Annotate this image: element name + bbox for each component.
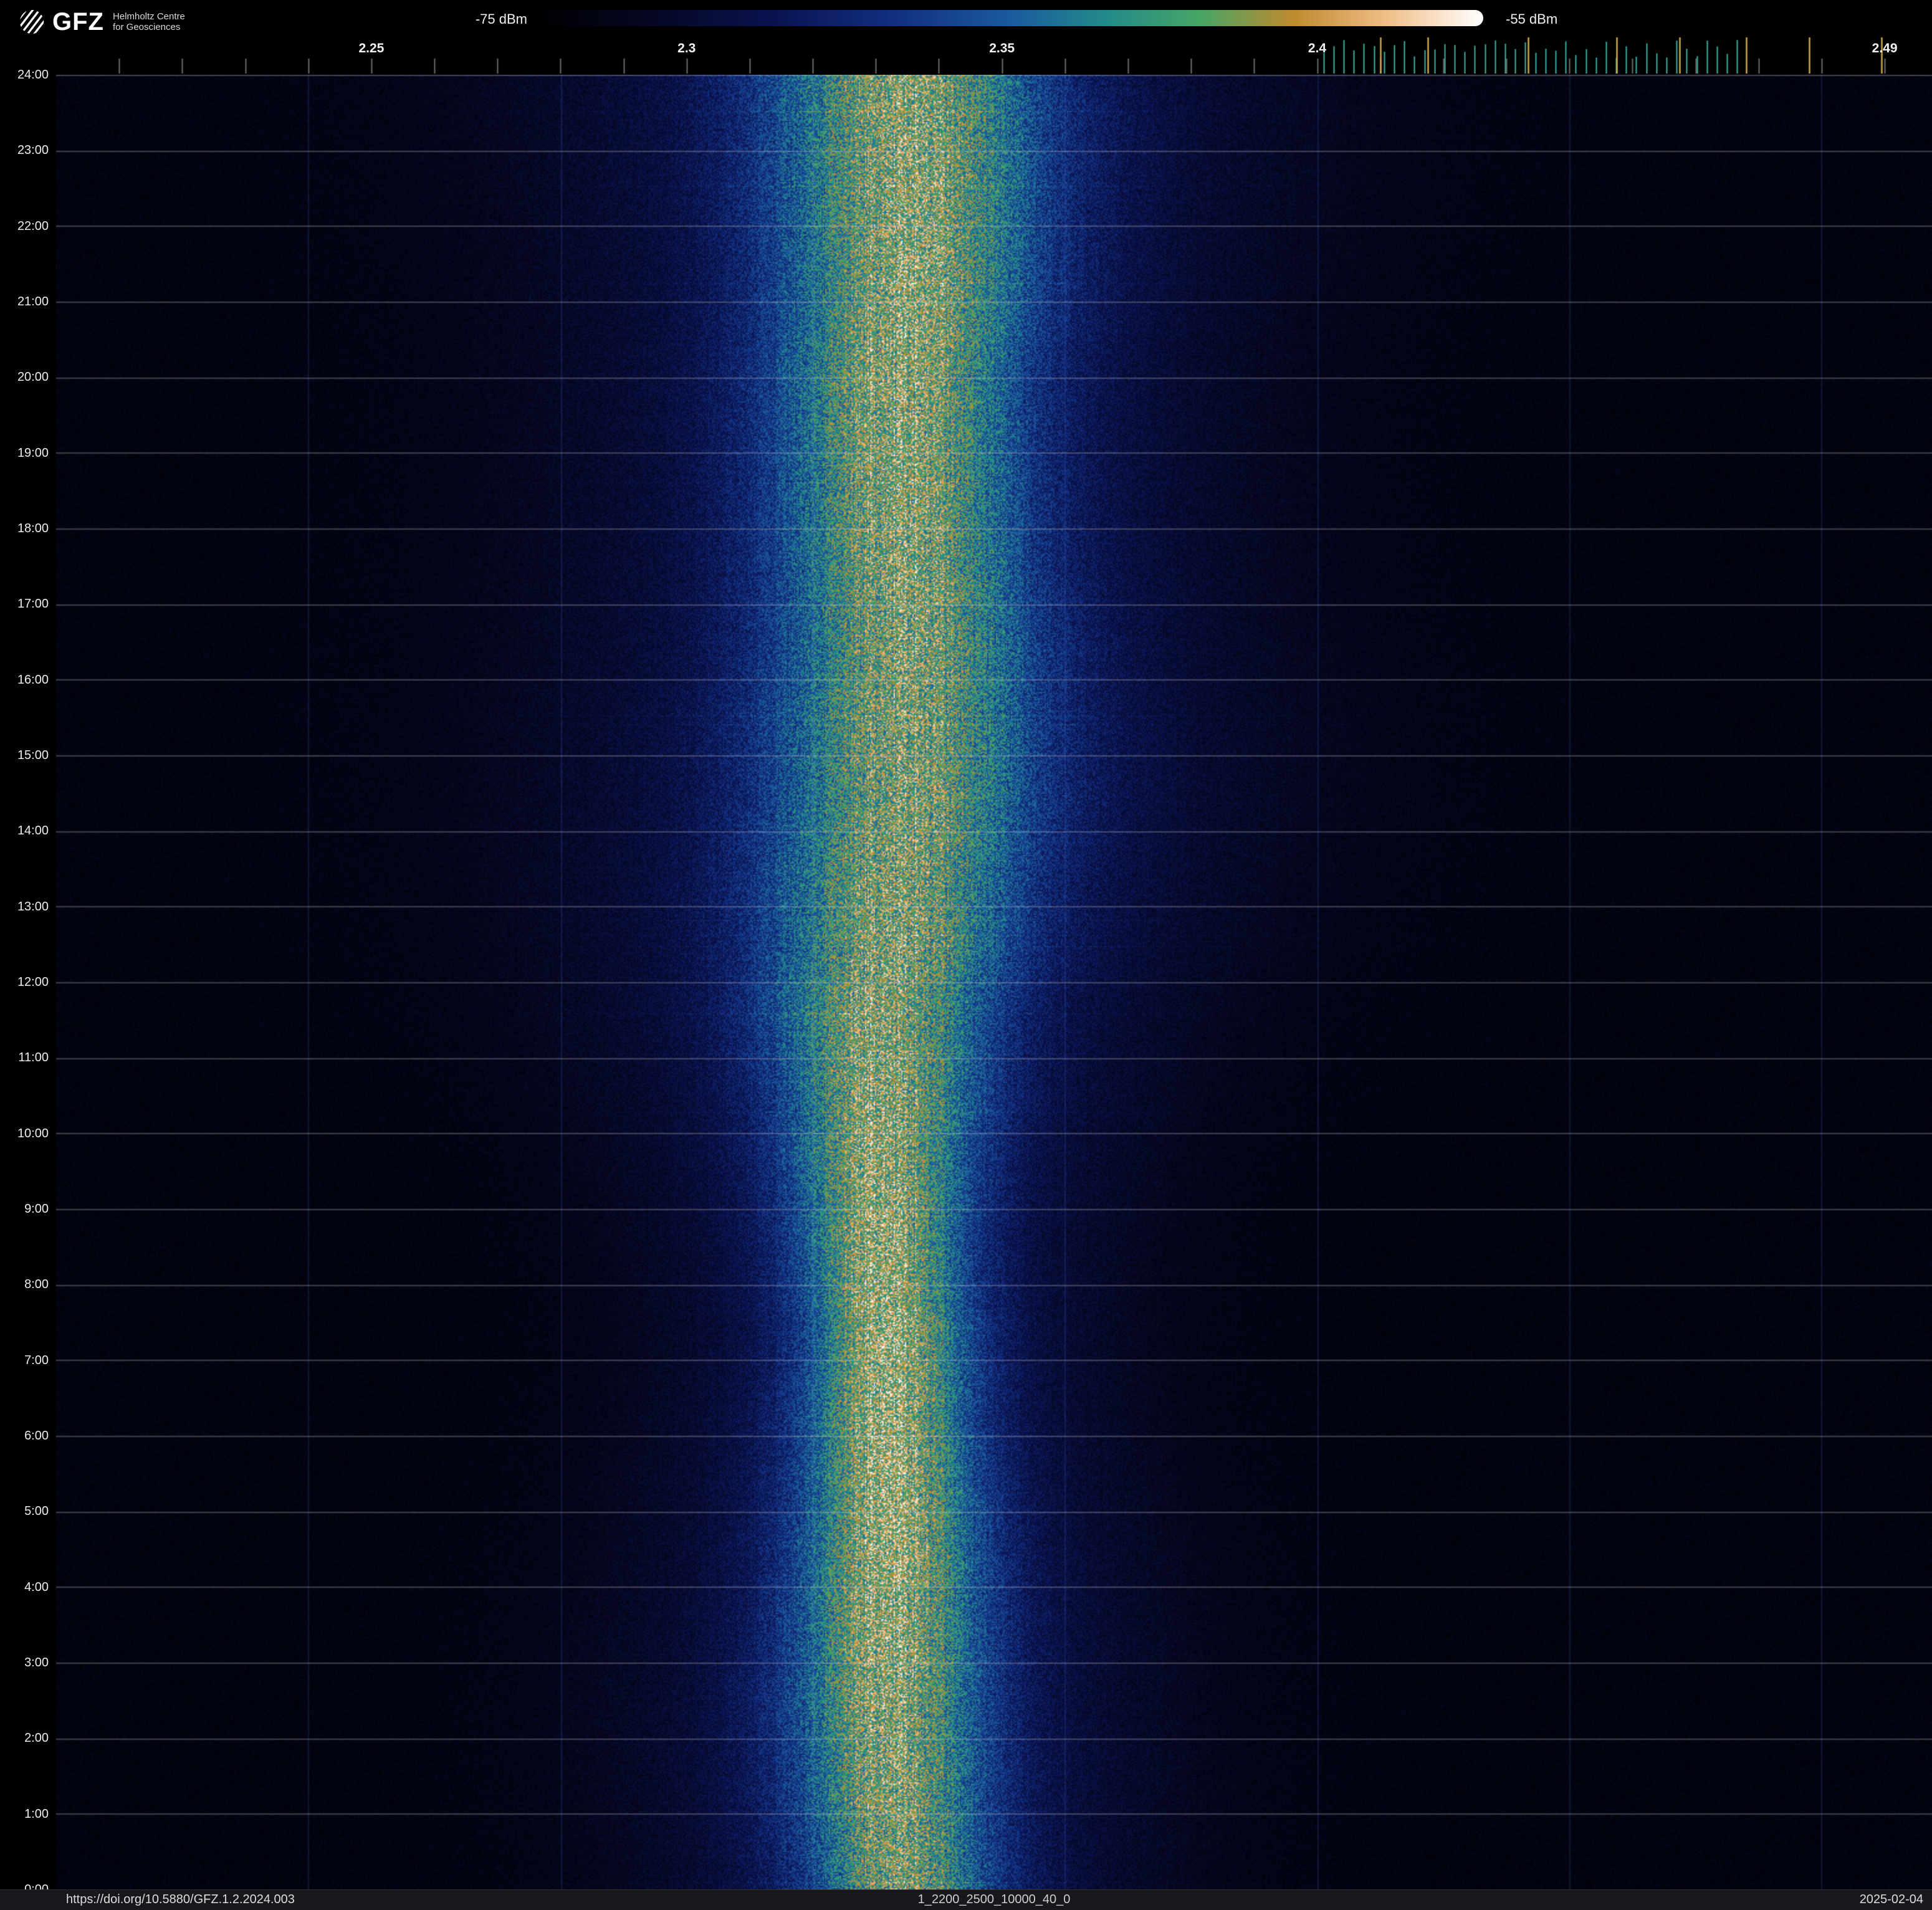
- time-tick-label: 1:00: [0, 1807, 49, 1821]
- time-tick-label: 14:00: [0, 824, 49, 838]
- gfz-logo-icon: [17, 7, 46, 36]
- time-tick-label: 10:00: [0, 1127, 49, 1140]
- frequency-tick-label: 2.3: [677, 41, 696, 56]
- date-label: 2025-02-04: [1860, 1890, 1923, 1909]
- gfz-logo: GFZ Helmholtz Centre for Geosciences: [17, 7, 185, 36]
- time-tick-label: 4:00: [0, 1580, 49, 1594]
- time-tick-label: 13:00: [0, 900, 49, 914]
- logo-subtitle-line1: Helmholtz Centre: [113, 11, 185, 22]
- time-tick-label: 12:00: [0, 975, 49, 989]
- footer: https://doi.org/10.5880/GFZ.1.2.2024.003…: [0, 1889, 1932, 1910]
- header: GFZ Helmholtz Centre for Geosciences -75…: [0, 0, 1932, 75]
- time-tick-label: 19:00: [0, 446, 49, 460]
- time-tick-label: 20:00: [0, 370, 49, 384]
- dataset-id: 1_2200_2500_10000_40_0: [56, 1890, 1932, 1909]
- logo-subtitle-line2: for Geosciences: [113, 22, 185, 32]
- time-tick-label: 18:00: [0, 522, 49, 535]
- time-tick-label: 15:00: [0, 748, 49, 762]
- frequency-tick-label: 2.25: [358, 41, 384, 56]
- frequency-axis-ticks: [0, 35, 1932, 74]
- frequency-tick-label: 2.49: [1872, 41, 1898, 56]
- time-tick-label: 9:00: [0, 1202, 49, 1216]
- frequency-tick-label: 2.35: [989, 41, 1015, 56]
- time-tick-label: 17:00: [0, 597, 49, 611]
- logo-subtitle: Helmholtz Centre for Geosciences: [113, 11, 185, 32]
- time-tick-label: 7:00: [0, 1354, 49, 1367]
- time-tick-label: 8:00: [0, 1277, 49, 1291]
- time-tick-label: 11:00: [0, 1051, 49, 1064]
- time-tick-label: 2:00: [0, 1731, 49, 1745]
- colorbar: [538, 10, 1483, 26]
- time-tick-label: 5:00: [0, 1504, 49, 1518]
- time-tick-label: 3:00: [0, 1656, 49, 1669]
- time-tick-label: 23:00: [0, 143, 49, 157]
- colorbar-min-label: -75 dBm: [411, 11, 527, 27]
- time-tick-label: 6:00: [0, 1429, 49, 1443]
- frequency-tick-label: 2.4: [1308, 41, 1326, 56]
- colorbar-max-label: -55 dBm: [1506, 11, 1557, 27]
- time-tick-label: 16:00: [0, 673, 49, 687]
- logo-acronym: GFZ: [52, 8, 104, 36]
- time-tick-label: 22:00: [0, 219, 49, 233]
- spectrogram-canvas: [56, 75, 1932, 1889]
- time-tick-label: 21:00: [0, 295, 49, 308]
